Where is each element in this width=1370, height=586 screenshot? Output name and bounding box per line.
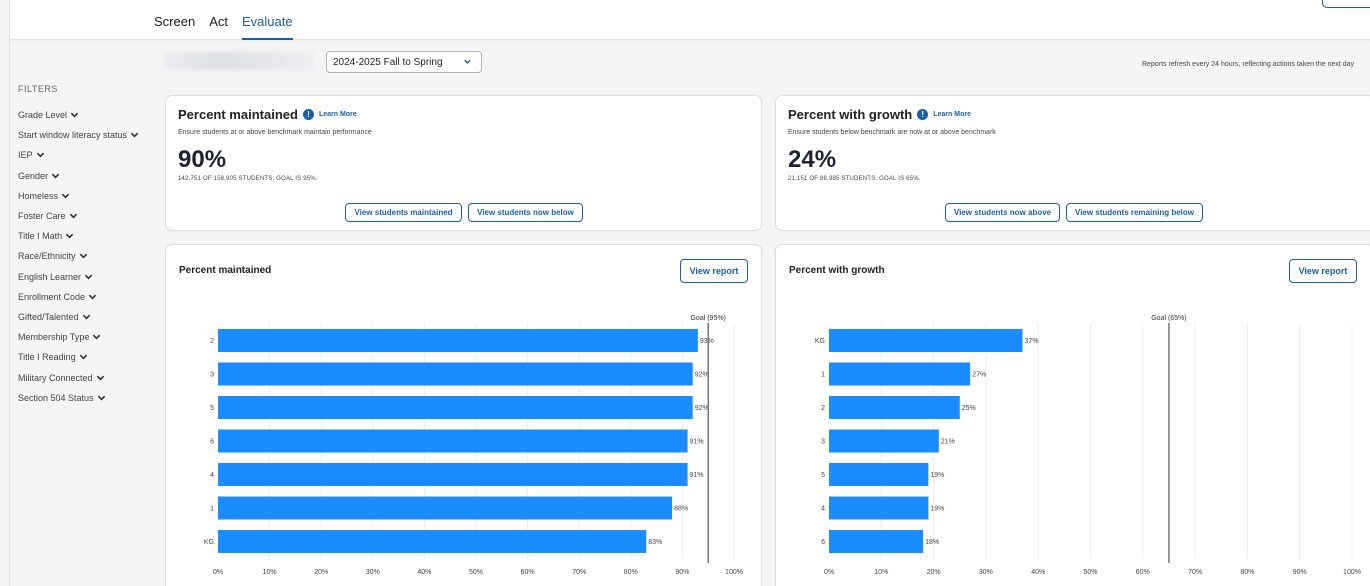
info-icon[interactable]: ! xyxy=(302,109,314,120)
learn-more-link[interactable]: Learn More xyxy=(319,111,357,118)
filters-panel: FILTERS Grade Level Start window literacy… xyxy=(18,84,139,408)
kpi-value: 24% xyxy=(788,146,837,173)
filter-label: Title I Reading xyxy=(18,352,76,363)
filter-label: Section 504 Status xyxy=(18,392,94,403)
chart-card-growth: Percent with growth View report xyxy=(775,244,1370,586)
filter-label: IEP xyxy=(18,150,33,161)
filter-item[interactable]: Section 504 Status xyxy=(18,388,139,408)
view-students-remaining-below-button[interactable]: View students remaining below xyxy=(1066,203,1203,222)
filter-item[interactable]: Homeless xyxy=(18,186,139,206)
filter-label: Start window literacy status xyxy=(18,130,128,141)
left-border xyxy=(9,0,10,586)
chevron-down-icon xyxy=(61,193,70,199)
period-select-value: 2024-2025 Fall to Spring xyxy=(333,56,443,68)
filter-item[interactable]: IEP xyxy=(18,145,139,165)
chevron-down-icon xyxy=(464,59,471,64)
chart-title: Percent maintained xyxy=(179,265,272,276)
filter-item[interactable]: Grade Level xyxy=(18,105,139,125)
kpi-subtext: 142,751 OF 158,905 STUDENTS. GOAL IS 95%… xyxy=(178,176,318,182)
kpi-description: Ensure students at or above benchmark ma… xyxy=(178,129,372,136)
view-report-button[interactable]: View report xyxy=(680,259,748,283)
period-select[interactable]: 2024-2025 Fall to Spring xyxy=(326,51,482,73)
chevron-down-icon xyxy=(93,334,101,340)
filter-item[interactable]: Title I Reading xyxy=(18,347,139,367)
chevron-down-icon xyxy=(36,153,44,158)
chart-title: Percent with growth xyxy=(789,265,885,276)
chevron-down-icon xyxy=(97,395,105,401)
kpi-card-growth: Percent with growth ! Learn More Ensure … xyxy=(775,95,1370,231)
learn-more-link[interactable]: Learn More xyxy=(933,111,971,118)
filter-label: Foster Care xyxy=(18,211,66,222)
blurred-selector[interactable] xyxy=(164,52,314,70)
filter-item[interactable]: Military Connected xyxy=(18,367,139,387)
chevron-down-icon xyxy=(88,294,97,300)
filter-label: Homeless xyxy=(18,190,59,201)
chevron-down-icon xyxy=(79,354,87,360)
view-report-button[interactable]: View report xyxy=(1289,259,1357,283)
filter-item[interactable]: Title I Math xyxy=(18,226,139,246)
filter-label: Military Connected xyxy=(18,372,93,383)
filter-list: Grade Level Start window literacy status I… xyxy=(18,105,139,408)
filter-label: Gifted/Talented xyxy=(18,311,79,322)
kpi-title: Percent maintained ! Learn More xyxy=(178,107,357,122)
chevron-down-icon xyxy=(51,173,60,179)
chevron-down-icon xyxy=(70,112,79,118)
filters-title: FILTERS xyxy=(18,84,58,94)
filter-label: Race/Ethnicity xyxy=(18,251,76,262)
filter-label: Title I Math xyxy=(18,231,63,242)
kpi-title-text: Percent with growth xyxy=(788,107,913,122)
tab-bar: Screen Act Evaluate xyxy=(154,14,293,40)
chart-card-maintained: Percent maintained View report xyxy=(165,244,762,586)
filter-item[interactable]: Race/Ethnicity xyxy=(18,246,139,266)
filter-label: Grade Level xyxy=(18,110,68,121)
chevron-down-icon xyxy=(84,274,93,280)
filter-label: Membership Type xyxy=(18,332,90,343)
tab-screen[interactable]: Screen xyxy=(154,14,195,40)
tab-act[interactable]: Act xyxy=(209,14,228,40)
filter-label: English Learner xyxy=(18,271,82,282)
chevron-down-icon xyxy=(130,132,139,138)
chevron-down-icon xyxy=(65,233,74,239)
kpi-value: 90% xyxy=(178,146,227,173)
view-students-maintained-button[interactable]: View students maintained xyxy=(345,203,462,222)
info-icon[interactable]: ! xyxy=(917,109,929,120)
refresh-note: Reports refresh every 24 hours, reflecti… xyxy=(1142,61,1355,68)
kpi-title: Percent with growth ! Learn More xyxy=(788,107,971,122)
filter-item[interactable]: Foster Care xyxy=(18,206,139,226)
kpi-subtext: 21,151 OF 88,985 STUDENTS. GOAL IS 65%. xyxy=(788,176,921,182)
filter-item[interactable]: Membership Type xyxy=(18,327,139,347)
kpi-title-text: Percent maintained xyxy=(178,107,298,122)
chevron-down-icon xyxy=(82,314,90,320)
filter-item[interactable]: English Learner xyxy=(18,267,139,287)
view-students-now-above-button[interactable]: View students now above xyxy=(945,203,1060,222)
filter-item[interactable]: Gender xyxy=(18,166,139,186)
filter-label: Enrollment Code xyxy=(18,291,86,302)
chevron-down-icon xyxy=(96,375,104,381)
tab-evaluate[interactable]: Evaluate xyxy=(242,14,293,40)
filter-item[interactable]: Start window literacy status xyxy=(18,125,139,145)
filter-item[interactable]: Enrollment Code xyxy=(18,287,139,307)
chevron-down-icon xyxy=(69,213,77,219)
chevron-down-icon xyxy=(79,254,87,259)
filter-label: Gender xyxy=(18,170,49,181)
filter-item[interactable]: Gifted/Talented xyxy=(18,307,139,327)
view-students-now-below-button[interactable]: View students now below xyxy=(468,203,583,222)
kpi-description: Ensure students below benchmark are now … xyxy=(788,129,996,136)
kpi-card-maintained: Percent maintained ! Learn More Ensure s… xyxy=(165,95,762,231)
header-action-button[interactable] xyxy=(1322,0,1370,8)
top-nav-bar: Screen Act Evaluate xyxy=(10,0,1370,40)
